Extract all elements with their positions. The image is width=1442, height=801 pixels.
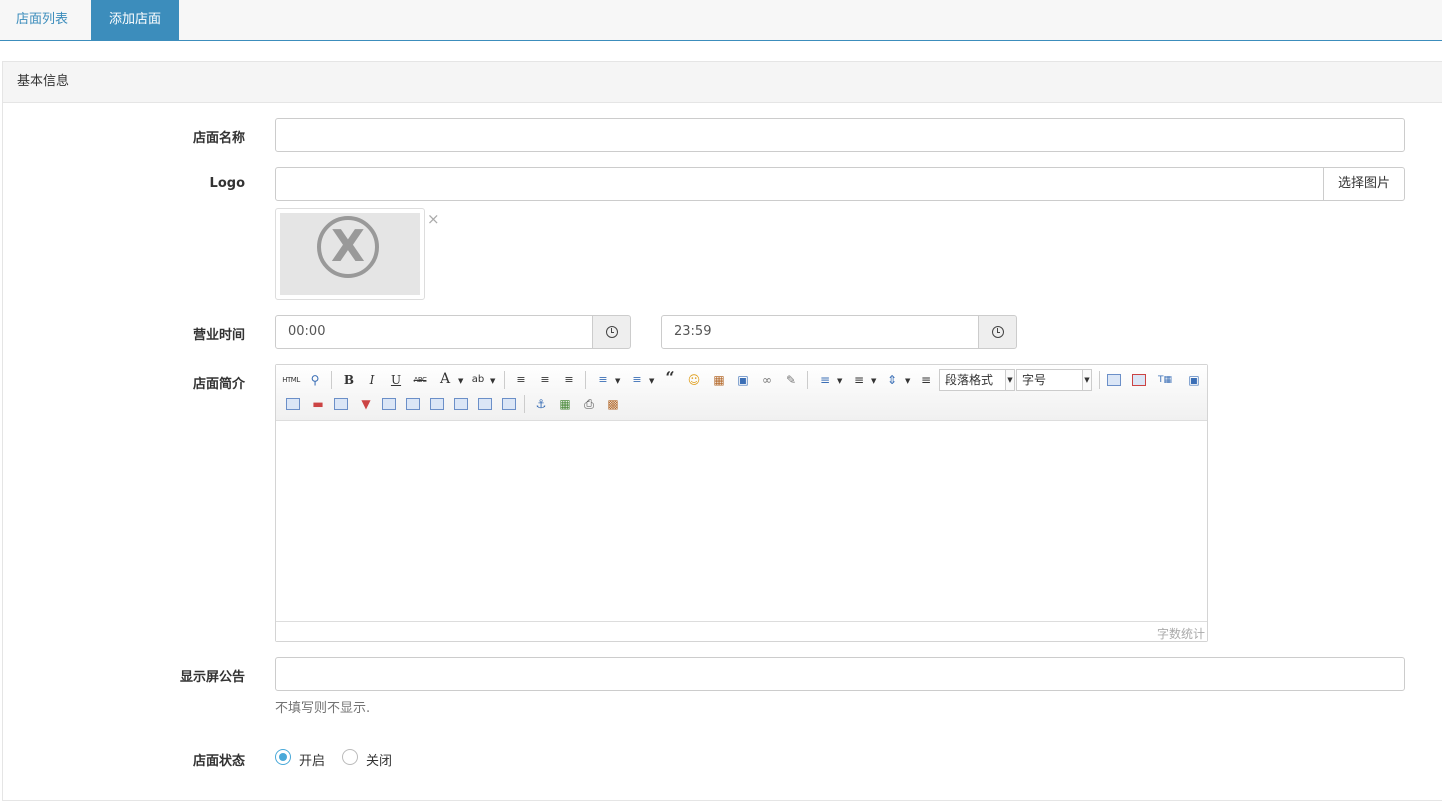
link-icon[interactable]: ∞ — [758, 371, 776, 389]
delete-table-icon[interactable] — [1132, 374, 1146, 386]
intro-label: 店面简介 — [192, 377, 245, 392]
delete-row-icon[interactable]: ▬ — [309, 395, 327, 413]
align-left-icon[interactable]: ≡ — [512, 371, 530, 389]
tab-shop-list[interactable]: 店面列表 — [0, 0, 84, 40]
tab-add-shop[interactable]: 添加店面 — [91, 0, 179, 40]
open-time-input[interactable]: 00:00 — [275, 315, 593, 349]
panel-title: 基本信息 — [3, 62, 1442, 103]
shop-name-input[interactable] — [275, 118, 1405, 152]
status-closed-label[interactable]: 关闭 — [366, 750, 392, 769]
display-notice-label: 显示屏公告 — [179, 670, 245, 685]
insert-image-icon[interactable]: ▦ — [556, 395, 574, 413]
bold-button[interactable]: B — [340, 371, 358, 389]
editor-footer: 字数统计 — [276, 621, 1207, 641]
insert-column-icon[interactable] — [334, 398, 348, 410]
close-time-picker-button[interactable] — [978, 315, 1017, 349]
select-image-button[interactable]: 选择图片 — [1323, 167, 1405, 201]
preview-screen-icon[interactable]: ▣ — [1185, 371, 1203, 389]
font-size-select[interactable]: 字号 ▼ — [1016, 369, 1092, 391]
preview-icon[interactable]: ⚲ — [306, 371, 324, 389]
blockquote-icon[interactable]: “ — [661, 369, 679, 387]
logo-input[interactable] — [275, 167, 1324, 201]
remove-image-icon[interactable]: × — [427, 210, 440, 228]
merge-right-icon[interactable] — [406, 398, 420, 410]
paragraph-spacing-top-icon[interactable]: ≡ — [816, 371, 834, 389]
ordered-list-icon[interactable]: ≡ — [594, 371, 612, 389]
html-source-button[interactable]: HTML — [282, 371, 300, 389]
merge-down-icon[interactable] — [430, 398, 444, 410]
business-hours-label: 营业时间 — [192, 328, 245, 343]
paragraph-format-value: 段落格式 — [945, 373, 994, 387]
eraser-icon[interactable]: ✎ — [782, 371, 800, 389]
tab-bar: 店面列表 添加店面 — [0, 0, 1442, 41]
display-notice-input[interactable] — [275, 657, 1405, 691]
word-count: 字数统计 — [1156, 627, 1205, 641]
align-right-icon[interactable]: ≡ — [560, 371, 578, 389]
logo-preview: X — [275, 208, 425, 300]
close-time-input[interactable]: 23:59 — [661, 315, 979, 349]
align-center-icon[interactable]: ≡ — [536, 371, 554, 389]
clock-icon — [606, 326, 618, 338]
print-icon[interactable]: ⎙ — [580, 395, 598, 413]
anchor-icon[interactable]: ⚓ — [532, 395, 550, 413]
no-image-icon: X — [317, 216, 379, 278]
paragraph-spacing-bottom-icon[interactable]: ≡ — [850, 371, 868, 389]
merge-cells-icon[interactable] — [382, 398, 396, 410]
clock-icon — [992, 326, 1004, 338]
indent-icon[interactable]: ≡ — [917, 371, 935, 389]
font-color-button[interactable]: A — [436, 370, 454, 388]
emoticon-icon[interactable]: ☺ — [685, 371, 703, 389]
notice-hint: 不填写则不显示. — [275, 701, 371, 716]
chevron-down-icon: ▼ — [1005, 370, 1014, 390]
insert-row-above-icon[interactable] — [286, 398, 300, 410]
underline-button[interactable]: U — [387, 371, 405, 389]
line-height-icon[interactable]: ⇕ — [883, 371, 901, 389]
logo-label: Logo — [209, 176, 245, 191]
insert-table-icon[interactable] — [1107, 374, 1121, 386]
shop-name-label: 店面名称 — [192, 131, 245, 146]
italic-button[interactable]: I — [363, 371, 381, 389]
status-open-label[interactable]: 开启 — [299, 750, 325, 769]
editor-content-area[interactable] — [276, 421, 1207, 621]
split-cells-icon[interactable] — [454, 398, 468, 410]
strikethrough-button[interactable]: ABC — [411, 371, 429, 389]
split-columns-icon[interactable] — [502, 398, 516, 410]
paragraph-format-select[interactable]: 段落格式 ▼ — [939, 369, 1015, 391]
unordered-list-icon[interactable]: ≡ — [628, 371, 646, 389]
rich-text-editor: HTML ⚲ B I U ABC A ▼ ab ▼ ≡ ≡ ≡ ≡ ▼ ≡ ▼ … — [275, 364, 1208, 642]
split-rows-icon[interactable] — [478, 398, 492, 410]
delete-column-icon[interactable]: ▼ — [357, 395, 375, 413]
insert-caption-icon[interactable]: T▦ — [1156, 371, 1174, 389]
shop-status-label: 店面状态 — [192, 754, 245, 769]
status-open-radio[interactable] — [275, 749, 291, 765]
editor-toolbar: HTML ⚲ B I U ABC A ▼ ab ▼ ≡ ≡ ≡ ≡ ▼ ≡ ▼ … — [276, 365, 1207, 421]
highlight-button[interactable]: ab — [469, 371, 487, 389]
status-closed-radio[interactable] — [342, 749, 358, 765]
font-size-value: 字号 — [1022, 373, 1047, 387]
image-icon[interactable]: ▦ — [710, 371, 728, 389]
video-icon[interactable]: ▣ — [734, 371, 752, 389]
open-time-picker-button[interactable] — [592, 315, 631, 349]
paste-icon[interactable]: ▩ — [604, 395, 622, 413]
chevron-down-icon: ▼ — [1082, 370, 1091, 390]
